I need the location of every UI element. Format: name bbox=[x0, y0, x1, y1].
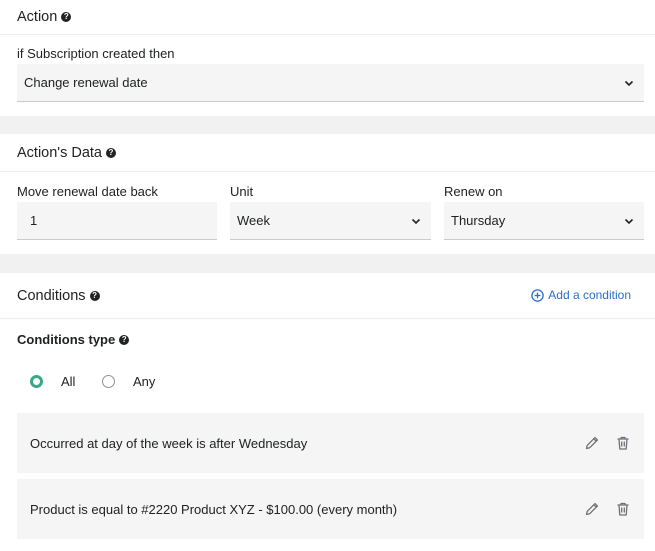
trigger-label: if Subscription created then bbox=[17, 46, 175, 61]
conditions-type-label: Conditions type ? bbox=[17, 332, 130, 347]
chevron-down-icon bbox=[624, 218, 634, 224]
radio-all[interactable]: All bbox=[30, 374, 75, 389]
renew-select[interactable]: Thursday bbox=[444, 202, 644, 240]
action-select-value: Change renewal date bbox=[24, 75, 148, 90]
condition-row: Occurred at day of the week is after Wed… bbox=[17, 413, 644, 473]
action-title-text: Action bbox=[17, 9, 58, 25]
unit-select-value: Week bbox=[237, 213, 270, 228]
conditions-type-text: Conditions type bbox=[17, 332, 116, 347]
condition-text: Occurred at day of the week is after Wed… bbox=[30, 435, 308, 451]
add-condition-button[interactable]: Add a condition bbox=[531, 288, 631, 302]
unit-select[interactable]: Week bbox=[230, 202, 431, 240]
condition-actions bbox=[584, 501, 631, 517]
renew-select-value: Thursday bbox=[451, 213, 506, 228]
action-title: Action ? bbox=[17, 9, 72, 25]
move-renewal-input[interactable]: 1 bbox=[17, 202, 217, 240]
action-card-header: Action ? bbox=[0, 0, 655, 35]
radio-all-button[interactable] bbox=[30, 375, 43, 388]
action-card: Action ? if Subscription created then Ch… bbox=[0, 0, 655, 116]
radio-all-label: All bbox=[61, 374, 76, 389]
help-icon[interactable]: ? bbox=[61, 12, 72, 22]
renew-label: Renew on bbox=[444, 184, 503, 199]
conditions-title: Conditions ? bbox=[17, 288, 100, 304]
radio-any-button[interactable] bbox=[102, 375, 115, 388]
condition-row: Product is equal to #2220 Product XYZ - … bbox=[17, 479, 644, 539]
add-condition-label: Add a condition bbox=[548, 288, 631, 302]
trash-icon[interactable] bbox=[615, 501, 631, 517]
chevron-down-icon bbox=[624, 80, 634, 86]
condition-text: Product is equal to #2220 Product XYZ - … bbox=[30, 501, 398, 517]
actions-data-header: Action's Data ? bbox=[0, 134, 655, 172]
conditions-title-text: Conditions bbox=[17, 287, 86, 304]
trash-icon[interactable] bbox=[615, 435, 631, 451]
help-icon[interactable]: ? bbox=[105, 147, 116, 158]
pencil-icon[interactable] bbox=[584, 501, 600, 517]
conditions-card: Conditions ? Add a condition Conditions … bbox=[0, 273, 655, 551]
actions-data-card: Action's Data ? Move renewal date back 1… bbox=[0, 134, 655, 254]
move-renewal-value: 1 bbox=[30, 213, 38, 228]
help-icon[interactable]: ? bbox=[89, 290, 100, 301]
move-label: Move renewal date back bbox=[17, 184, 158, 199]
plus-circle-icon bbox=[531, 288, 545, 302]
help-icon[interactable]: ? bbox=[119, 334, 130, 345]
condition-actions bbox=[584, 435, 631, 451]
radio-any-label: Any bbox=[133, 374, 156, 389]
pencil-icon[interactable] bbox=[584, 435, 600, 451]
actions-data-title: Action's Data ? bbox=[17, 145, 116, 161]
action-select[interactable]: Change renewal date bbox=[17, 64, 644, 102]
unit-label: Unit bbox=[230, 184, 254, 199]
actions-data-title-text: Action's Data bbox=[17, 144, 102, 161]
radio-any[interactable]: Any bbox=[102, 374, 155, 389]
chevron-down-icon bbox=[411, 218, 421, 224]
